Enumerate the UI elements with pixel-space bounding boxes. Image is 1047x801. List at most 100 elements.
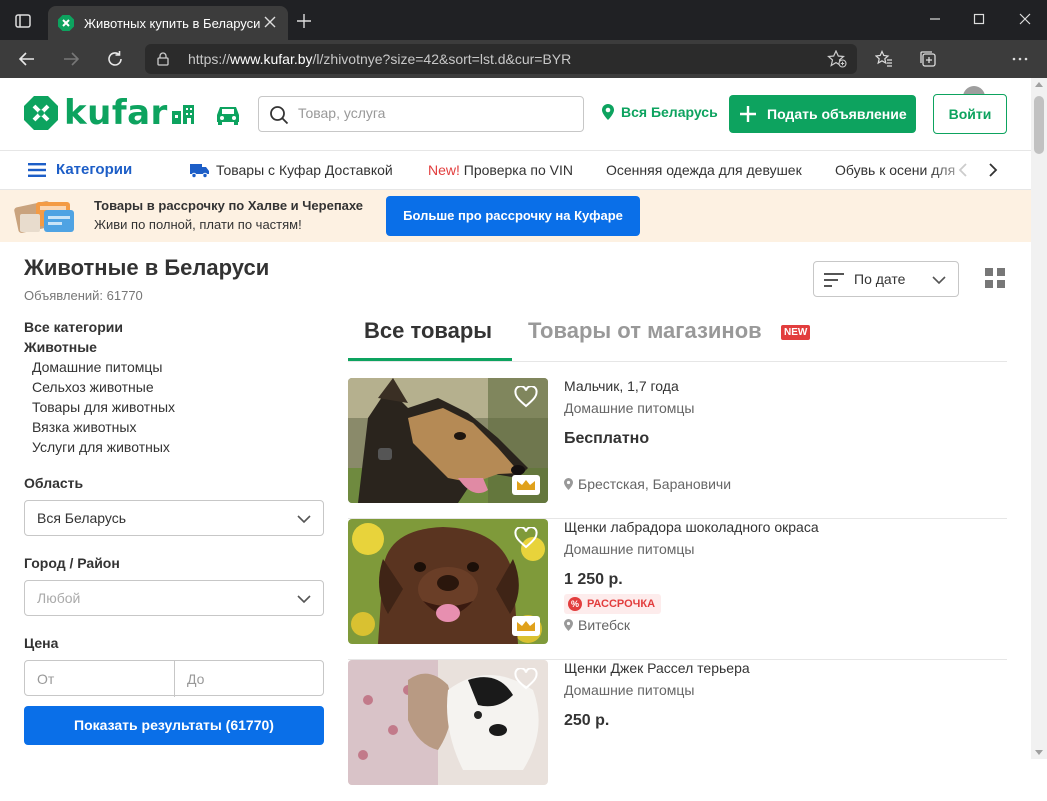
listing-category: Домашние питомцы bbox=[564, 541, 695, 557]
location-pin-icon bbox=[564, 478, 573, 490]
region-selector[interactable]: Вся Беларусь bbox=[602, 104, 718, 120]
login-button[interactable]: Войти bbox=[933, 94, 1007, 134]
realty-icon[interactable] bbox=[170, 103, 198, 125]
back-arrow-icon[interactable] bbox=[18, 50, 36, 68]
category-pet-supplies[interactable]: Товары для животных bbox=[24, 397, 175, 417]
listing-item[interactable]: Щенки Джек Рассел терьера Домашние питом… bbox=[348, 660, 1007, 801]
listing-location: Брестская, Барановичи bbox=[564, 476, 731, 492]
scrollbar-thumb[interactable] bbox=[1034, 96, 1044, 154]
close-window-icon[interactable] bbox=[1019, 13, 1031, 25]
category-mating[interactable]: Вязка животных bbox=[24, 417, 175, 437]
region-select-value: Вся Беларусь bbox=[37, 510, 127, 526]
heart-icon[interactable] bbox=[514, 527, 538, 549]
city-filter-label: Город / Район bbox=[24, 555, 120, 571]
categories-button[interactable]: Категории bbox=[28, 161, 132, 178]
installment-promo-banner: Товары в рассрочку по Халве и Черепахе Ж… bbox=[0, 190, 1031, 242]
listing-title[interactable]: Щенки лабрадора шоколадного окраса bbox=[564, 519, 819, 535]
sort-select[interactable]: По дате bbox=[813, 261, 959, 297]
listing-title[interactable]: Мальчик, 1,7 года bbox=[564, 378, 679, 394]
search-icon[interactable] bbox=[269, 105, 289, 125]
delivery-truck-icon bbox=[190, 162, 210, 178]
city-select[interactable]: Любой bbox=[24, 580, 324, 616]
search-input[interactable] bbox=[298, 105, 568, 121]
category-pet-services[interactable]: Услуги для животных bbox=[24, 437, 175, 457]
listing-category: Домашние питомцы bbox=[564, 682, 695, 698]
listing-tabs: Все товары Товары от магазинов NEW bbox=[348, 304, 1007, 362]
location-pin-icon bbox=[602, 104, 614, 120]
tab-shop-items[interactable]: Товары от магазинов bbox=[528, 318, 762, 344]
kufar-logo[interactable]: kufar bbox=[24, 96, 168, 130]
category-farm-animals[interactable]: Сельхоз животные bbox=[24, 377, 175, 397]
chevron-down-icon bbox=[297, 515, 311, 524]
chevron-down-icon bbox=[297, 595, 311, 604]
gift-cards-image bbox=[14, 194, 80, 238]
post-ad-button[interactable]: Подать объявление bbox=[729, 95, 916, 133]
car-icon[interactable] bbox=[214, 103, 242, 125]
installment-info-button[interactable]: Больше про рассрочку на Куфаре bbox=[386, 196, 640, 236]
kufar-logo-icon bbox=[24, 96, 58, 130]
chevron-right-icon[interactable] bbox=[988, 163, 998, 177]
scroll-up-icon[interactable] bbox=[1035, 82, 1043, 87]
search-box[interactable] bbox=[258, 96, 584, 132]
price-range: От До bbox=[24, 660, 324, 697]
category-fade bbox=[930, 152, 980, 188]
minimize-icon[interactable] bbox=[929, 13, 941, 25]
listing-item[interactable]: Мальчик, 1,7 года Домашние питомцы Беспл… bbox=[348, 378, 1007, 519]
heart-icon[interactable] bbox=[514, 668, 538, 690]
sort-icon bbox=[824, 273, 844, 287]
promo-title: Товары в рассрочку по Халве и Черепахе bbox=[94, 198, 364, 213]
more-options-icon[interactable] bbox=[1012, 50, 1028, 68]
category-animals[interactable]: Животные bbox=[24, 337, 175, 357]
browser-tab[interactable]: Животных купить в Беларуси bbox=[48, 6, 288, 40]
window-menu-icon[interactable] bbox=[15, 14, 31, 28]
category-tree: Все категории Животные Домашние питомцы … bbox=[24, 317, 175, 457]
url-field[interactable]: https://www.kufar.by/l/zhivotnye?size=42… bbox=[145, 44, 857, 74]
city-select-placeholder: Любой bbox=[37, 590, 81, 606]
tab-all-items[interactable]: Все товары bbox=[364, 318, 492, 344]
page-title: Животные в Беларуси bbox=[24, 255, 270, 280]
category-link-delivery[interactable]: Товары с Куфар Доставкой bbox=[216, 162, 393, 178]
heart-icon[interactable] bbox=[514, 386, 538, 408]
category-link-autumn-clothes[interactable]: Осенняя одежда для девушек bbox=[606, 162, 802, 178]
new-tab-icon[interactable] bbox=[296, 13, 312, 29]
category-link-vin[interactable]: New! Проверка по VIN bbox=[428, 162, 573, 178]
lock-icon[interactable] bbox=[157, 52, 169, 66]
listing-price: Бесплатно bbox=[564, 430, 650, 447]
add-favorite-icon[interactable] bbox=[827, 50, 847, 68]
price-from-field[interactable]: От bbox=[37, 671, 54, 687]
price-filter-label: Цена bbox=[24, 635, 59, 651]
show-results-button[interactable]: Показать результаты (61770) bbox=[24, 706, 324, 745]
browser-address-bar: https://www.kufar.by/l/zhivotnye?size=42… bbox=[0, 40, 1047, 108]
kufar-favicon-icon bbox=[58, 15, 74, 31]
listing-item[interactable]: Щенки лабрадора шоколадного окраса Домаш… bbox=[348, 519, 1007, 660]
listing-category: Домашние питомцы bbox=[564, 400, 695, 416]
new-badge: NEW bbox=[781, 325, 811, 340]
forward-arrow-icon[interactable] bbox=[62, 50, 80, 68]
price-divider bbox=[174, 661, 175, 697]
chevron-left-icon[interactable] bbox=[958, 163, 968, 177]
url-text: https://www.kufar.by/l/zhivotnye?size=42… bbox=[188, 51, 572, 67]
page-scrollbar[interactable] bbox=[1031, 78, 1047, 759]
ad-count: Объявлений: 61770 bbox=[24, 288, 143, 303]
grid-view-icon[interactable] bbox=[985, 268, 1005, 288]
crown-icon bbox=[512, 475, 540, 495]
maximize-icon[interactable] bbox=[973, 13, 985, 25]
close-tab-icon[interactable] bbox=[264, 16, 276, 28]
price-to-field[interactable]: До bbox=[187, 671, 204, 687]
refresh-icon[interactable] bbox=[106, 50, 124, 68]
listing-price: 250 р. bbox=[564, 712, 610, 729]
categories-label: Категории bbox=[56, 161, 133, 178]
listing-location: Витебск bbox=[564, 617, 630, 633]
collections-icon[interactable] bbox=[919, 50, 937, 68]
region-select[interactable]: Вся Беларусь bbox=[24, 500, 324, 536]
active-tab-indicator bbox=[348, 358, 512, 361]
category-pets[interactable]: Домашние питомцы bbox=[24, 357, 175, 377]
favorites-icon[interactable] bbox=[875, 50, 893, 68]
listing-title[interactable]: Щенки Джек Рассел терьера bbox=[564, 660, 750, 676]
installment-badge: % РАССРОЧКА bbox=[564, 594, 662, 614]
category-bar: Категории Товары с Куфар Доставкой New! … bbox=[0, 150, 1031, 190]
scroll-down-icon[interactable] bbox=[1035, 750, 1043, 755]
region-filter-label: Область bbox=[24, 475, 84, 491]
category-all[interactable]: Все категории bbox=[24, 317, 175, 337]
plus-icon bbox=[740, 106, 756, 122]
